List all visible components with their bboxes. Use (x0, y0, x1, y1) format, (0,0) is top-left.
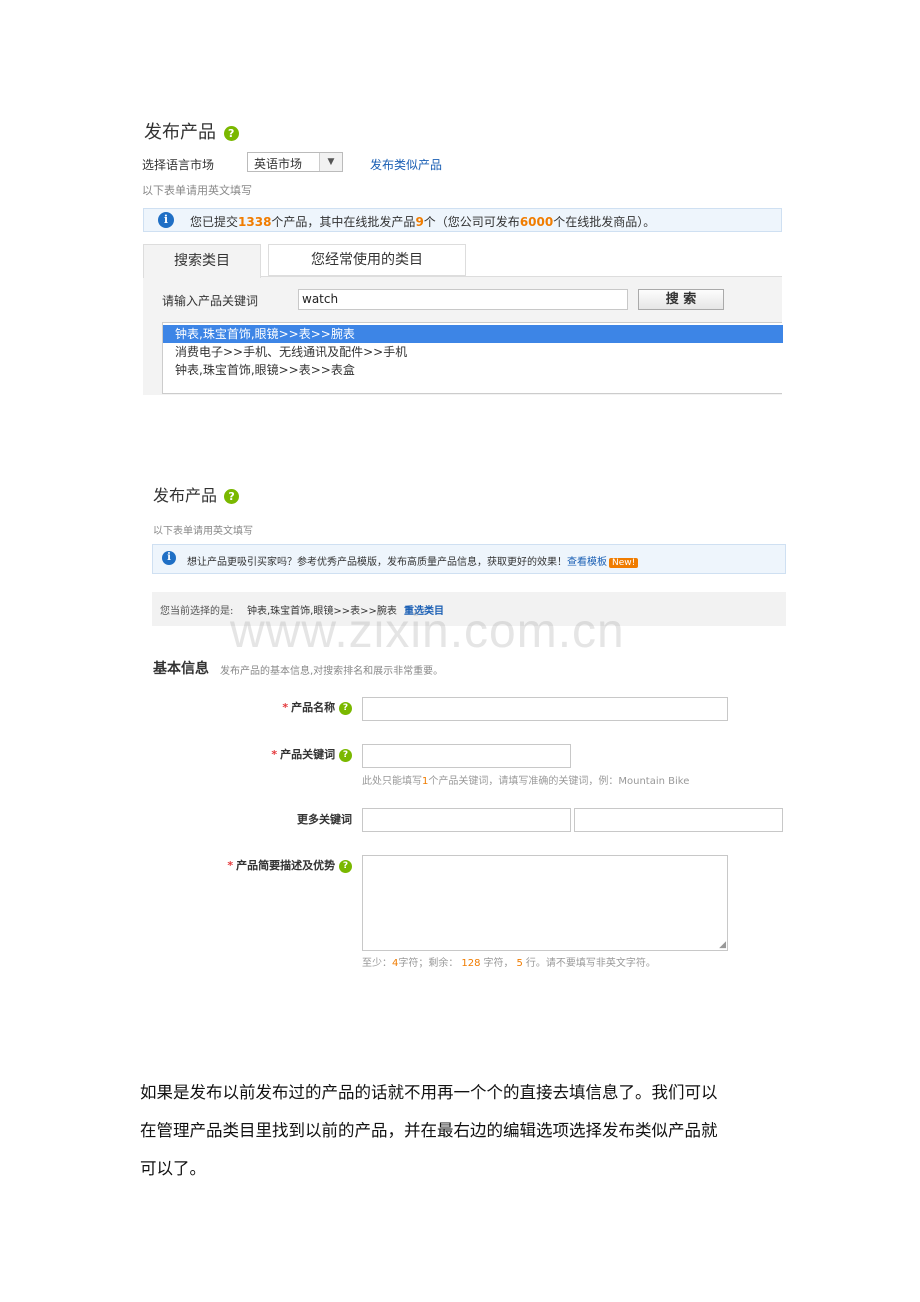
char-counter: 至少：4字符；剩余： 128 字符， 5 行。请不要填写非英文字符。 (362, 958, 656, 969)
required-mark: * (282, 701, 289, 714)
product-keyword-label: * 产品关键词 ? (210, 746, 352, 762)
required-mark: * (227, 859, 234, 872)
keyword-hint: 此处只能填写1个产品关键词，请填写准确的关键词，例：Mountain Bike (362, 776, 690, 787)
help-icon[interactable]: ? (339, 701, 352, 715)
required-mark: * (271, 748, 278, 761)
page-title: 发布产品 ? (153, 482, 240, 506)
language-label: 选择语言市场 (142, 158, 215, 172)
similar-product-link[interactable]: 发布类似产品 (370, 156, 442, 173)
watermark: www.zixin.com.cn (230, 605, 625, 658)
help-icon[interactable]: ? (339, 748, 352, 762)
list-item[interactable]: 消费电子>>手机、无线通讯及配件>>手机 (163, 343, 783, 361)
help-icon[interactable]: ? (224, 489, 240, 504)
similar-product-term: 发布类似产品 (602, 1121, 701, 1140)
screenshot-2: 发布产品 ? 以下表单请用英文填写 i 想让产品更吸引买家吗？参考优秀产品模版，… (150, 478, 786, 978)
paragraph-line: 可以了。 (140, 1159, 206, 1178)
info-text: 您已提交1338个产品，其中在线批发产品9个（您公司可发布6000个在线批发商品… (190, 215, 656, 229)
screenshot-1: 发布产品 ? 选择语言市场 英语市场 ▼ 发布类似产品 以下表单请用英文填写 i… (140, 112, 783, 395)
section-title: 基本信息 (153, 661, 209, 677)
info-bar: i 您已提交1338个产品，其中在线批发产品9个（您公司可发布6000个在线批发… (143, 208, 782, 232)
more-keyword-input-1[interactable] (362, 808, 571, 832)
help-icon[interactable]: ? (223, 125, 239, 141)
tab-frequent[interactable]: 您经常使用的类目 (268, 244, 466, 276)
list-item[interactable]: 钟表,珠宝首饰,眼镜>>表>>腕表 (163, 325, 783, 343)
selected-category-label: 您当前选择的是: (160, 606, 234, 617)
section-desc: 发布产品的基本信息,对搜索排名和展示非常重要。 (220, 666, 444, 677)
paragraph-line: 如果是发布以前发布过的产品的话就不用再一个个的直接去填信息了。我们可以 (140, 1083, 718, 1102)
help-icon[interactable]: ? (339, 859, 352, 873)
product-desc-label: * 产品简要描述及优势 ? (190, 857, 352, 873)
product-desc-textarea[interactable]: ◢ (362, 855, 728, 951)
product-name-input[interactable] (362, 697, 728, 721)
info-text: 想让产品更吸引买家吗？参考优秀产品模版，发布高质量产品信息，获取更好的效果！查看… (187, 553, 639, 568)
more-keyword-input-2[interactable] (574, 808, 783, 832)
search-button[interactable]: 搜 索 (638, 289, 724, 310)
info-icon: i (162, 551, 176, 565)
new-badge: New! (609, 558, 639, 568)
view-template-link[interactable]: 查看模板 (567, 557, 607, 568)
body-paragraph: 如果是发布以前发布过的产品的话就不用再一个个的直接去填信息了。我们可以 在管理产… (140, 1074, 800, 1188)
keyword-input[interactable]: watch (298, 289, 628, 310)
resize-handle-icon[interactable]: ◢ (719, 940, 726, 950)
more-keywords-label: 更多关键词 (297, 813, 352, 826)
keyword-label: 请输入产品关键词 (162, 294, 259, 308)
info-icon: i (158, 212, 174, 228)
chevron-down-icon: ▼ (319, 153, 342, 171)
tab-search[interactable]: 搜索类目 (143, 244, 261, 278)
language-select[interactable]: 英语市场 ▼ (247, 152, 343, 172)
language-select-value: 英语市场 (254, 157, 303, 171)
category-result-list: 钟表,珠宝首饰,眼镜>>表>>腕表 消费电子>>手机、无线通讯及配件>>手机 钟… (162, 322, 783, 394)
list-item[interactable]: 钟表,珠宝首饰,眼镜>>表>>表盒 (163, 361, 783, 379)
info-bar: i 想让产品更吸引买家吗？参考优秀产品模版，发布高质量产品信息，获取更好的效果！… (152, 544, 786, 574)
product-keyword-input[interactable] (362, 744, 571, 768)
form-note: 以下表单请用英文填写 (142, 184, 252, 197)
form-note: 以下表单请用英文填写 (153, 526, 253, 537)
keyword-input-value: watch (302, 292, 339, 306)
paragraph-line: 在管理产品类目里找到以前的产品，并在最右边的编辑选项选择发布类似产品就 (140, 1121, 718, 1140)
page-title: 发布产品 ? (144, 118, 239, 144)
product-name-label: * 产品名称 ? (210, 699, 352, 715)
